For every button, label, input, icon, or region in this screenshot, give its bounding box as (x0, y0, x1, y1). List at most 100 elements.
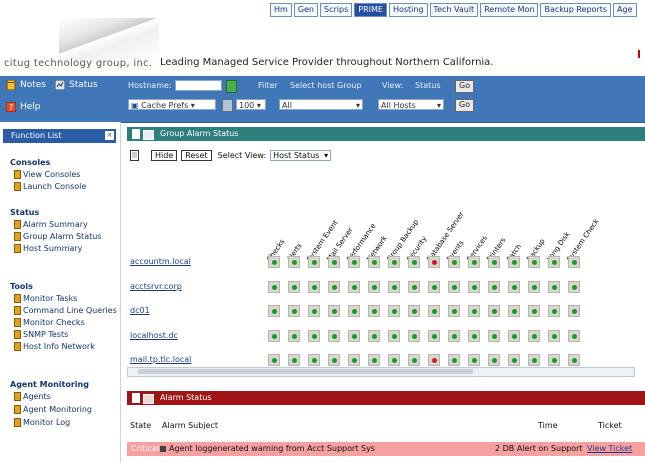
status-cell[interactable] (468, 330, 480, 342)
sidebar-item-host-info[interactable]: Host Info Network (14, 342, 95, 351)
status-cell[interactable] (568, 281, 580, 293)
status-cell[interactable] (328, 305, 340, 317)
status-cell[interactable] (488, 281, 500, 293)
status-cell[interactable] (368, 354, 380, 366)
nav-link-age[interactable]: Age (613, 3, 637, 17)
status-cell[interactable] (528, 256, 540, 268)
sidebar-item-alarm-summary[interactable]: Alarm Summary (14, 220, 88, 229)
status-cell[interactable] (548, 330, 560, 342)
status-cell[interactable] (568, 354, 580, 366)
status-cell[interactable] (348, 354, 360, 366)
host-link[interactable]: dc01 (130, 306, 150, 315)
status-cell[interactable] (448, 330, 460, 342)
nav-link-backup-reports[interactable]: Backup Reports (540, 3, 612, 17)
nav-link-remote-mon[interactable]: Remote Mon (480, 3, 539, 17)
sidebar-item-command-line[interactable]: Command Line Queries (14, 306, 117, 315)
host-link[interactable]: acctsrvr.corp (130, 282, 182, 291)
status-cell[interactable] (568, 256, 580, 268)
status-cell[interactable] (308, 281, 320, 293)
status-cell[interactable] (388, 305, 400, 317)
status-cell[interactable] (548, 281, 560, 293)
status-cell[interactable] (428, 281, 440, 293)
status-cell[interactable] (388, 281, 400, 293)
status-cell[interactable] (328, 256, 340, 268)
status-cell[interactable] (568, 305, 580, 317)
sidebar-item-view-consoles[interactable]: View Consoles (14, 170, 80, 179)
status-cell[interactable] (548, 305, 560, 317)
status-cell[interactable] (448, 256, 460, 268)
status-cell[interactable] (448, 305, 460, 317)
status-cell[interactable] (268, 305, 280, 317)
status-cell[interactable] (268, 281, 280, 293)
status-cell[interactable] (548, 256, 560, 268)
nav-link-home[interactable]: Hm (270, 3, 292, 17)
host-link[interactable]: localhost.dc (130, 331, 178, 340)
go-button[interactable]: Go (455, 80, 475, 93)
status-cell[interactable] (308, 256, 320, 268)
status-cell[interactable] (368, 330, 380, 342)
status-cell[interactable] (548, 354, 560, 366)
status-cell[interactable] (488, 256, 500, 268)
status-cell[interactable] (328, 354, 340, 366)
status-cell[interactable] (308, 354, 320, 366)
status-cell[interactable] (528, 305, 540, 317)
help-button[interactable]: ? Help (6, 102, 41, 112)
host-link[interactable]: accountm.local (130, 257, 191, 266)
status-cell[interactable] (348, 256, 360, 268)
sidebar-item-monitor-tasks[interactable]: Monitor Tasks (14, 294, 77, 303)
sidebar-item-launch-console[interactable]: Launch Console (14, 182, 86, 191)
sidebar-item-agent-monitoring[interactable]: Agent Monitoring (14, 405, 92, 414)
apply-button[interactable]: Go (455, 99, 475, 112)
view-ticket-link[interactable]: View Ticket (587, 442, 632, 456)
sidebar-item-monitor-log[interactable]: Monitor Log (14, 418, 70, 427)
reset-button[interactable]: Reset (181, 149, 212, 161)
status-cell[interactable] (308, 330, 320, 342)
nav-link-tech-vault[interactable]: Tech Vault (429, 3, 479, 17)
sidebar-item-host-summary[interactable]: Host Summary (14, 244, 82, 253)
status-cell[interactable] (388, 330, 400, 342)
status-cell[interactable] (408, 330, 420, 342)
status-cell[interactable] (288, 256, 300, 268)
sidebar-item-snmp-tests[interactable]: SNMP Tests (14, 330, 68, 339)
hostname-go-button[interactable] (226, 80, 237, 93)
horizontal-scrollbar[interactable] (127, 367, 635, 377)
status-cell[interactable] (508, 354, 520, 366)
status-cell[interactable] (368, 281, 380, 293)
nav-link-prime[interactable]: PRIME (354, 3, 387, 17)
status-cell[interactable] (468, 354, 480, 366)
status-cell[interactable] (428, 354, 440, 366)
status-cell[interactable] (348, 330, 360, 342)
status-cell[interactable] (428, 305, 440, 317)
status-cell[interactable] (408, 256, 420, 268)
status-cell[interactable] (268, 256, 280, 268)
host-link[interactable]: mail.tp.tlc.local (130, 355, 191, 364)
hostname-input[interactable] (175, 80, 222, 91)
status-cell[interactable] (528, 354, 540, 366)
status-cell[interactable] (468, 281, 480, 293)
status-cell[interactable] (288, 330, 300, 342)
status-cell[interactable] (268, 330, 280, 342)
status-cell[interactable] (488, 354, 500, 366)
status-cell[interactable] (528, 281, 540, 293)
close-icon[interactable]: × (105, 131, 114, 140)
status-cell[interactable] (508, 305, 520, 317)
status-cell[interactable] (448, 281, 460, 293)
status-cell[interactable] (468, 256, 480, 268)
sidebar-item-agents[interactable]: Agents (14, 392, 51, 401)
status-cell[interactable] (308, 305, 320, 317)
status-cell[interactable] (508, 330, 520, 342)
host-state-select[interactable]: All Hosts ▾ (378, 99, 444, 110)
status-button[interactable]: Status (55, 80, 98, 90)
status-cell[interactable] (468, 305, 480, 317)
status-cell[interactable] (288, 281, 300, 293)
status-cell[interactable] (288, 354, 300, 366)
status-cell[interactable] (408, 354, 420, 366)
status-cell[interactable] (288, 305, 300, 317)
status-cell[interactable] (328, 281, 340, 293)
nav-link-scripts[interactable]: Scrips (320, 3, 353, 17)
status-cell[interactable] (528, 330, 540, 342)
nav-link-hosting[interactable]: Hosting (388, 3, 428, 17)
status-cell[interactable] (508, 256, 520, 268)
status-cell[interactable] (268, 354, 280, 366)
sidebar-item-monitor-checks[interactable]: Monitor Checks (14, 318, 85, 327)
